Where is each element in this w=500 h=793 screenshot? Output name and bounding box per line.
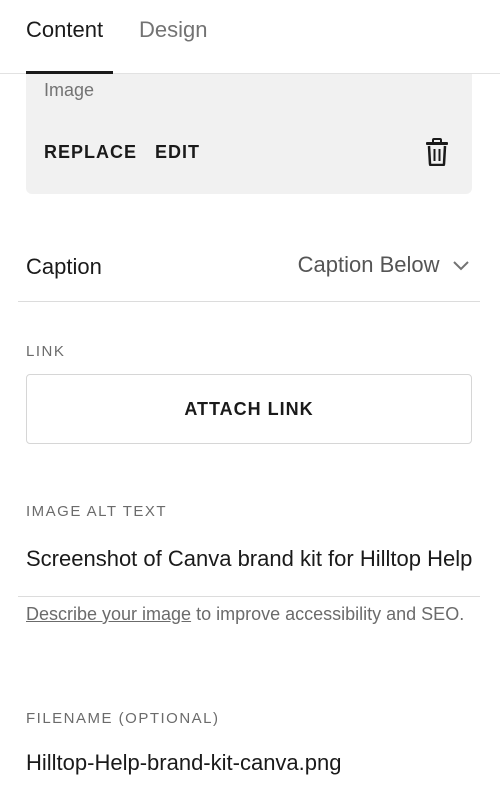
tab-design[interactable]: Design [139,16,207,44]
filename-section-label: FILENAME (OPTIONAL) [26,710,220,727]
tab-bar: Content Design [0,0,500,74]
alt-text-help: Describe your image to improve accessibi… [26,601,466,627]
tab-content[interactable]: Content [26,16,103,44]
image-block-card: Image REPLACE EDIT [26,74,472,194]
caption-label: Caption [26,254,102,279]
chevron-down-icon [452,259,470,271]
caption-selected-value: Caption Below [297,252,440,277]
alt-text-value: Screenshot of Canva brand kit for Hillto… [26,546,473,571]
caption-position-select[interactable]: Caption Below [298,252,470,282]
image-label: Image [44,80,95,100]
replace-button[interactable]: REPLACE [44,142,137,163]
edit-button[interactable]: EDIT [155,142,200,163]
attach-link-button[interactable]: ATTACH LINK [26,374,472,444]
caption-row: Caption Caption Below [18,234,480,302]
filename-input[interactable]: Hilltop-Help-brand-kit-canva.png [26,750,480,790]
alt-text-input[interactable]: Screenshot of Canva brand kit for Hillto… [18,538,480,597]
link-section-label: LINK [26,343,66,360]
describe-image-link[interactable]: Describe your image [26,604,191,624]
alt-text-help-rest: to improve accessibility and SEO. [191,604,465,624]
alt-text-section-label: IMAGE ALT TEXT [26,503,168,520]
trash-icon[interactable] [425,138,449,167]
